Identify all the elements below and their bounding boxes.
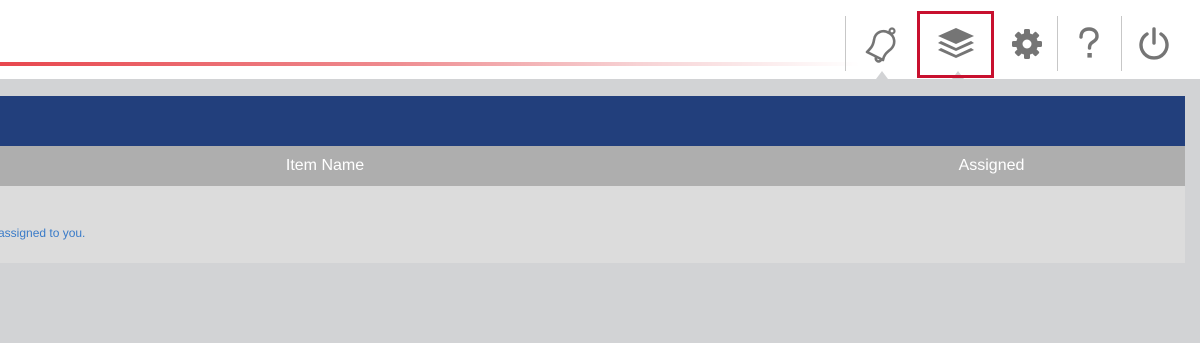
question-icon [1075,26,1103,62]
empty-message: assigned to you. [0,226,86,240]
top-bar [0,0,1200,79]
table-header: Item Name Assigned [0,146,1185,186]
gear-icon [1010,27,1044,61]
table-body: assigned to you. [0,186,1185,263]
panel-header [0,96,1185,146]
notifications-button[interactable] [846,16,916,71]
column-header-assigned[interactable]: Assigned [850,146,1133,186]
layers-pointer [952,71,964,79]
accent-line [0,62,860,66]
logout-button[interactable] [1122,16,1186,71]
layers-button[interactable] [920,16,992,71]
layers-icon [936,26,976,62]
bell-icon [861,24,901,64]
active-indicator [876,71,888,79]
help-button[interactable] [1058,16,1120,71]
power-icon [1136,26,1172,62]
settings-button[interactable] [997,16,1057,71]
column-header-item-name[interactable]: Item Name [85,146,565,186]
